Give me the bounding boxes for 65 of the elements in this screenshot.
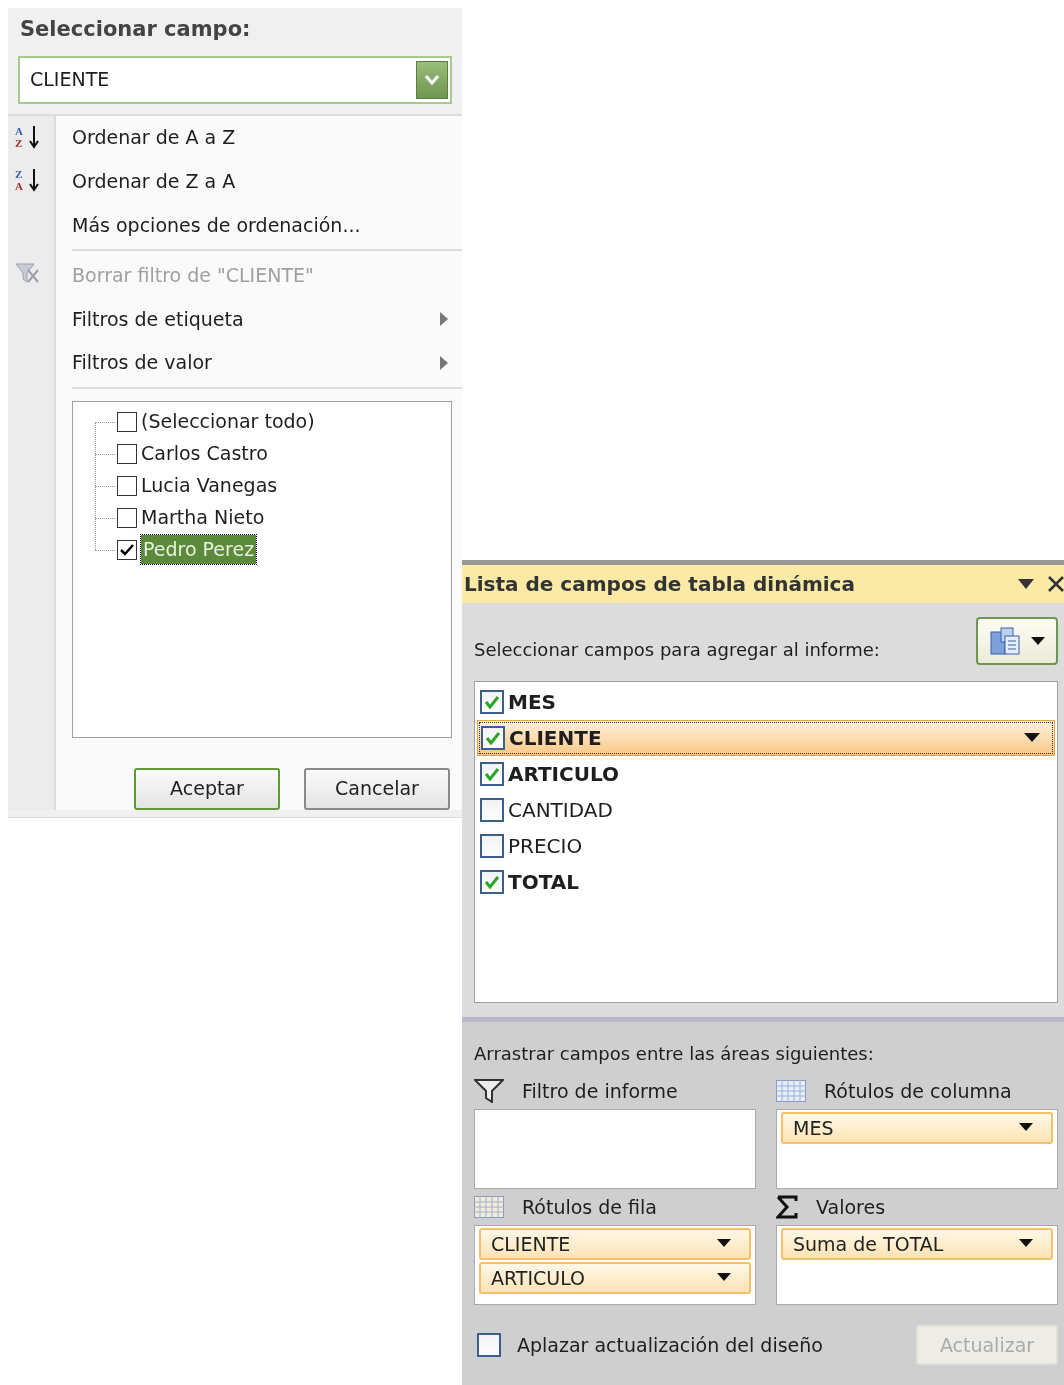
checkbox-label: Aplazar actualización del diseño [517,1332,823,1358]
check-icon [484,875,500,889]
area-field-button[interactable]: CLIENTE [479,1228,751,1260]
checkbox[interactable] [480,798,504,822]
checkbox[interactable] [480,690,504,714]
checklist-item[interactable]: Pedro Perez [141,535,257,564]
dialog-button[interactable]: Aceptar [134,767,280,810]
layout-button[interactable] [976,617,1058,665]
field-select[interactable]: CLIENTE [18,55,452,104]
check-icon [484,695,500,709]
area-label: Rótulos de fila [522,1194,657,1220]
dropdown-arrow-button[interactable] [416,60,448,99]
field-row[interactable]: CANTIDAD [477,792,1055,828]
caret-icon [1019,1123,1035,1133]
checkbox[interactable] [117,507,137,528]
checkbox[interactable] [117,411,137,432]
checkbox[interactable] [480,834,504,858]
area-field-button[interactable]: Suma de TOTAL [781,1228,1053,1260]
panel-title: Lista de campos de tabla dinámica [464,571,855,598]
caret-icon[interactable] [1024,733,1040,743]
checklist-item[interactable]: Martha Nieto [141,503,265,532]
dialog-button[interactable]: Cancelar [304,767,450,810]
checkbox[interactable] [480,762,504,786]
checkbox[interactable] [480,870,504,894]
field-row[interactable]: PRECIO [477,828,1055,864]
checkbox[interactable] [481,726,505,750]
checkbox[interactable] [117,475,137,496]
submenu-arrow-icon [440,355,448,370]
checkbox[interactable] [117,539,137,560]
close-icon[interactable] [1048,576,1064,592]
checklist-item[interactable]: Lucia Vanegas [141,471,278,500]
instruction-text: Seleccionar campos para agregar al informe: [474,638,880,662]
checkbox[interactable] [477,1333,501,1357]
field-row[interactable]: TOTAL [477,864,1055,900]
checklist-item[interactable]: Carlos Castro [141,439,268,468]
check-icon [120,543,134,556]
caret-icon [1031,637,1045,645]
area-field-button[interactable]: MES [781,1112,1053,1144]
area-field-button[interactable]: ARTICULO [479,1262,751,1294]
field-row[interactable]: ARTICULO [477,756,1055,792]
caret-icon [717,1273,733,1283]
caret-icon [717,1239,733,1249]
check-icon [484,767,500,781]
filter-icon [474,1079,504,1103]
panel-title: Seleccionar campo: [19,16,252,43]
field-row[interactable]: MES [477,684,1055,720]
caret-icon [1019,1239,1035,1249]
dropdown-arrow-icon[interactable] [1018,579,1034,589]
area-label: Valores [816,1194,886,1220]
checkbox[interactable] [117,443,137,464]
field-row[interactable]: CLIENTE [477,720,1055,756]
check-icon [485,731,501,745]
submenu-arrow-icon [440,311,448,326]
grid-icon [776,1080,806,1102]
area-label: Rótulos de columna [824,1078,1012,1104]
checklist-item[interactable]: (Seleccionar todo) [141,407,315,436]
sigma-icon [776,1195,798,1219]
chevron-down-icon [425,74,439,85]
menu-item[interactable]: Más opciones de ordenación... [72,203,462,248]
stacked-pages-icon [989,626,1021,656]
instruction-text: Arrastrar campos entre las áreas siguientes: [474,1042,875,1066]
area-label: Filtro de informe [522,1078,678,1104]
menu-item[interactable]: Filtros de etiqueta [72,296,462,341]
grid-icon [474,1196,504,1218]
menu-item[interactable]: Filtros de valor [72,340,462,385]
